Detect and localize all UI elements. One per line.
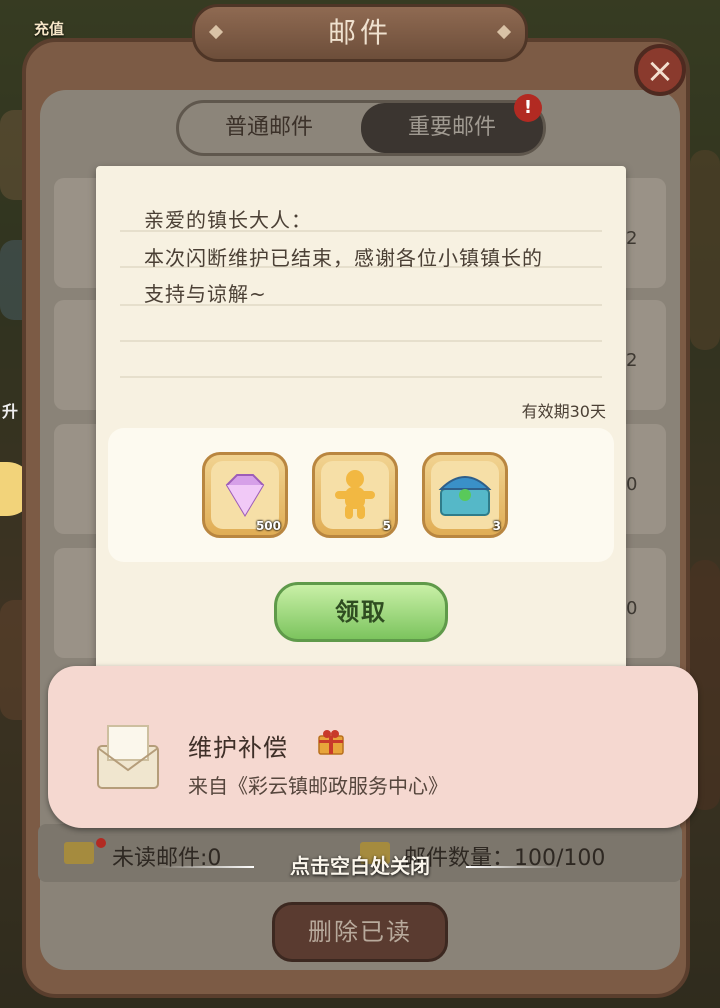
mail-letter: 亲爱的镇长大人： 本次闪断维护已结束，感谢各位小镇镇长的 支持与谅解~ 有效期3…	[96, 166, 626, 686]
validity-text: 有效期30天	[521, 402, 606, 421]
recharge-label[interactable]: 充值	[34, 18, 64, 39]
close-button[interactable]: ×	[634, 44, 686, 96]
letter-greeting: 亲爱的镇长大人：	[144, 208, 312, 232]
window-title-plate: 邮件	[192, 4, 528, 62]
mail-title: 维护补偿	[188, 734, 288, 762]
side-upgrade-label: 升	[2, 402, 19, 421]
delete-read-button[interactable]: 删除已读	[272, 902, 448, 962]
reward-count: 500	[255, 519, 281, 533]
mail-sender: 来自《彩云镇邮政服务中心》	[188, 774, 448, 798]
reward-count: 3	[492, 519, 501, 533]
letter-body-line2: 支持与谅解~	[144, 282, 267, 306]
list-item-count: 0	[626, 474, 638, 495]
important-alert-badge: !	[514, 94, 542, 122]
reward-item[interactable]: 5	[312, 452, 398, 538]
close-hint: 点击空白处关闭	[290, 854, 430, 878]
claim-button[interactable]: 领取	[274, 582, 448, 642]
unread-dot	[96, 838, 106, 848]
gift-icon	[318, 730, 344, 755]
letter-body-line1: 本次闪断维护已结束，感谢各位小镇镇长的	[144, 246, 543, 270]
reward-item[interactable]: 3	[422, 452, 508, 538]
mail-tabs: 普通邮件 重要邮件	[176, 100, 546, 156]
reward-item[interactable]: 500	[202, 452, 288, 538]
list-item-count: 2	[626, 350, 638, 371]
tab-normal-mail[interactable]: 普通邮件	[179, 103, 359, 153]
window-title: 邮件	[327, 16, 392, 49]
envelope-icon	[97, 725, 159, 789]
list-item-count: 2	[626, 228, 638, 249]
close-icon: ×	[645, 51, 675, 91]
reward-panel: 500 5 3	[108, 428, 614, 562]
list-item-count: 0	[626, 598, 638, 619]
reward-count: 5	[382, 519, 391, 533]
